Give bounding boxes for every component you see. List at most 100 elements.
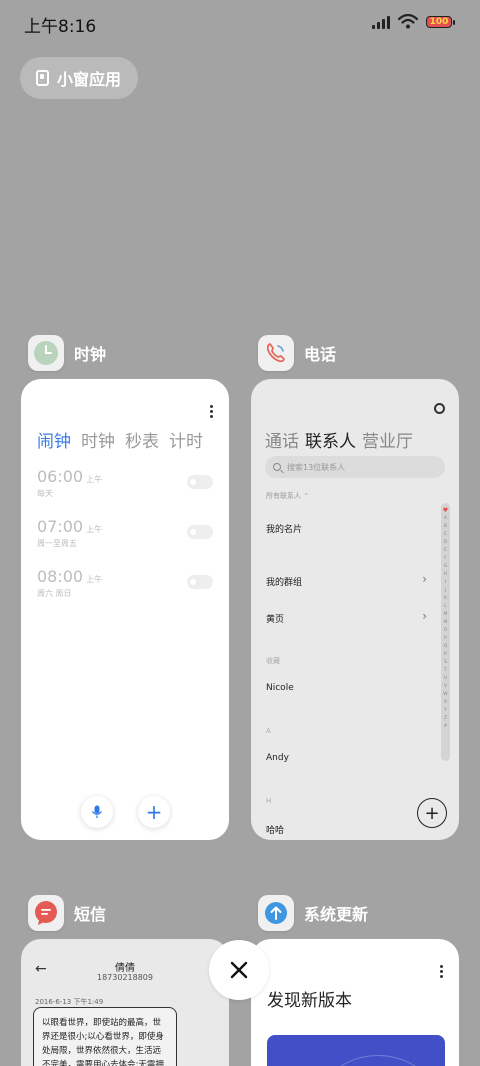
plus-icon: + — [424, 802, 440, 824]
index-letter[interactable]: C — [444, 531, 447, 539]
index-letter[interactable]: I — [445, 579, 446, 587]
add-alarm-button[interactable]: + — [138, 796, 170, 828]
contact-item[interactable]: Nicole — [266, 683, 294, 693]
sms-app-icon — [28, 895, 64, 931]
my-groups-item[interactable]: 我的群组 — [266, 575, 302, 588]
alarm-toggle[interactable] — [187, 525, 213, 539]
yellow-pages-item[interactable]: 黄页 — [266, 612, 284, 625]
index-letter[interactable]: # — [444, 723, 448, 731]
index-letter[interactable]: H — [444, 571, 447, 579]
sms-app-header[interactable]: 短信 — [28, 895, 106, 931]
sms-app-name: 短信 — [74, 905, 107, 924]
alarm-time: 07:00 — [37, 517, 84, 536]
tab-service-hall[interactable]: 营业厅 — [362, 427, 413, 452]
microphone-icon — [91, 805, 103, 818]
update-app-card[interactable]: 发现新版本 — [251, 939, 459, 1066]
tab-clock[interactable]: 时钟 — [81, 427, 115, 452]
index-letter[interactable]: G — [444, 563, 448, 571]
sms-message-bubble: 以眼看世界，即使站的最高，世界还是很小;以心看世界，即使身处局限，世界依然很大，… — [33, 1007, 177, 1066]
my-card-item[interactable]: 我的名片 — [266, 522, 302, 535]
clock-app-header[interactable]: 时钟 — [28, 335, 106, 371]
index-letter[interactable]: S — [444, 659, 447, 667]
favorites-heart-icon: ♥ — [442, 507, 449, 514]
phone-app-icon — [258, 335, 294, 371]
message-icon — [35, 901, 57, 925]
index-letter[interactable]: K — [444, 595, 447, 603]
wifi-icon — [398, 14, 418, 29]
phone-icon — [266, 343, 285, 363]
tab-stopwatch[interactable]: 秒表 — [125, 427, 159, 452]
sms-app-card[interactable]: ← 倩倩 18730218809 2016-6-13 下午1:49 以眼看世界，… — [21, 939, 229, 1066]
index-letter[interactable]: Y — [444, 707, 447, 715]
phone-app-header[interactable]: 电话 — [258, 335, 336, 371]
favorites-header: 收藏 — [266, 657, 280, 665]
index-letter[interactable]: T — [444, 667, 447, 675]
search-placeholder: 搜索13位联系人 — [287, 462, 346, 472]
update-banner-image — [267, 1035, 445, 1066]
update-app-header[interactable]: 系统更新 — [258, 895, 368, 931]
sms-contact-name: 倩倩 — [115, 963, 135, 974]
index-letter[interactable]: D — [444, 539, 447, 547]
phone-app-name: 电话 — [304, 345, 337, 364]
tab-contacts[interactable]: 联系人 — [305, 427, 356, 452]
battery-icon: 100 — [426, 15, 455, 28]
index-letter[interactable]: Q — [444, 643, 448, 651]
alarm-repeat: 周六 周日 — [37, 589, 72, 598]
index-letter[interactable]: X — [444, 699, 447, 707]
alarm-ampm: 上午 — [86, 525, 103, 534]
contacts-filter-dropdown[interactable]: 所有联系人 ⌃ — [266, 491, 309, 501]
tab-calls[interactable]: 通话 — [265, 427, 299, 452]
sms-timestamp: 2016-6-13 下午1:49 — [35, 998, 104, 1006]
index-letter[interactable]: W — [443, 691, 447, 699]
signal-icon — [372, 15, 390, 29]
alarm-toggle[interactable] — [187, 575, 213, 589]
index-letter[interactable]: F — [444, 555, 447, 563]
index-letter[interactable]: L — [444, 603, 447, 611]
close-icon — [230, 961, 248, 979]
battery-level: 100 — [429, 16, 449, 27]
add-contact-button[interactable]: + — [417, 798, 447, 828]
index-letter[interactable]: V — [444, 683, 447, 691]
update-app-icon — [258, 895, 294, 931]
section-header: H — [266, 797, 272, 805]
index-letter[interactable]: O — [444, 627, 448, 635]
tab-timer[interactable]: 计时 — [169, 427, 203, 452]
update-app-name: 系统更新 — [304, 905, 369, 924]
chevron-right-icon: › — [422, 572, 427, 586]
index-letter[interactable]: Z — [444, 715, 447, 723]
clock-app-name: 时钟 — [74, 345, 107, 364]
index-letter[interactable]: E — [444, 547, 447, 555]
small-window-apps-button[interactable]: 小窗应用 — [20, 57, 138, 99]
more-options-icon[interactable] — [440, 965, 443, 980]
tab-alarm[interactable]: 闹钟 — [37, 427, 71, 452]
clock-app-icon — [28, 335, 64, 371]
section-header: A — [266, 727, 271, 735]
more-options-icon[interactable] — [210, 405, 213, 420]
clear-all-button[interactable] — [209, 940, 269, 1000]
sms-contact-number: 18730218809 — [97, 973, 153, 982]
index-letter[interactable]: M — [444, 611, 448, 619]
status-time: 上午8:16 — [24, 17, 97, 37]
settings-gear-icon[interactable] — [434, 403, 445, 414]
contact-item[interactable]: 哈哈 — [266, 823, 284, 836]
index-letter[interactable]: N — [444, 619, 447, 627]
alarm-toggle[interactable] — [187, 475, 213, 489]
alarm-repeat: 每天 — [37, 489, 53, 498]
alarm-time: 06:00 — [37, 467, 84, 486]
clock-icon — [34, 341, 58, 365]
chevron-right-icon: › — [422, 609, 427, 623]
index-letter[interactable]: R — [444, 651, 447, 659]
phone-app-card[interactable]: 通话 联系人 营业厅 搜索13位联系人 所有联系人 ⌃ 我的名片 我的群组 › … — [251, 379, 459, 840]
index-letter[interactable]: U — [444, 675, 447, 683]
clock-app-card[interactable]: 闹钟 时钟 秒表 计时 06:00 上午 每天 07:00 上午 周一至周五 08:… — [21, 379, 229, 840]
index-letter[interactable]: J — [445, 587, 446, 595]
upload-arrow-icon — [265, 902, 287, 924]
index-letter[interactable]: A — [444, 515, 447, 523]
search-icon — [273, 463, 281, 471]
contact-search-input[interactable]: 搜索13位联系人 — [265, 456, 445, 478]
alphabet-index-bar[interactable]: ♥ A B C D E F G H I J K L M N O P Q R S T U V W X Y Z # — [441, 503, 450, 761]
voice-button[interactable] — [81, 796, 113, 828]
contact-item[interactable]: Andy — [266, 753, 289, 763]
index-letter[interactable]: B — [444, 523, 447, 531]
index-letter[interactable]: P — [444, 635, 447, 643]
